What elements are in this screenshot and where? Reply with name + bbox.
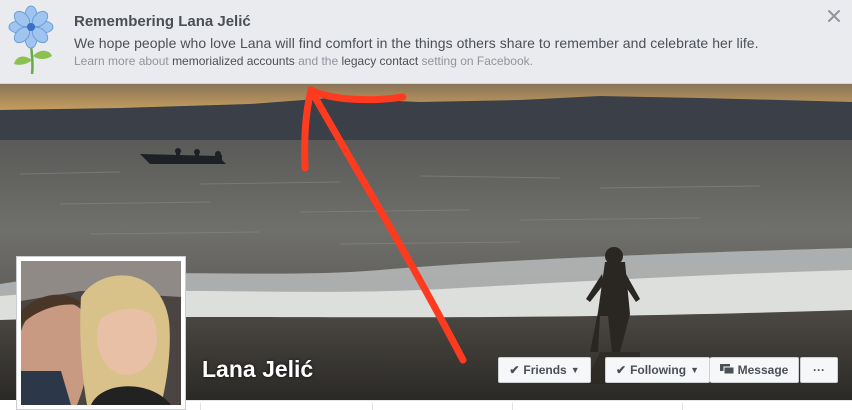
- caret-down-icon: ▼: [570, 365, 580, 375]
- caret-down-icon: ▼: [690, 365, 699, 375]
- learn-prefix: Learn more about: [74, 54, 173, 68]
- more-options-button[interactable]: ···: [800, 357, 838, 383]
- tab-divider: [512, 403, 513, 410]
- legacy-contact-link[interactable]: legacy contact: [342, 54, 419, 68]
- learn-middle: and the: [294, 54, 342, 68]
- checkmark-icon: ✔: [509, 363, 520, 377]
- banner-body: We hope people who love Lana will find c…: [74, 35, 759, 51]
- timeline-tab-strip: [186, 400, 852, 410]
- memorial-banner: Remembering Lana Jelić We hope people wh…: [0, 0, 852, 84]
- following-label: Following: [630, 363, 687, 377]
- flower-icon: [8, 5, 54, 75]
- annotation-arrow: [301, 86, 467, 364]
- message-button[interactable]: Message: [710, 357, 799, 383]
- checkmark-icon: ✔: [616, 363, 627, 377]
- profile-photo-image: [21, 261, 181, 405]
- close-icon[interactable]: [824, 6, 844, 26]
- memorialized-accounts-link[interactable]: memorialized accounts: [172, 54, 295, 68]
- profile-name[interactable]: Lana Jelić: [202, 356, 313, 383]
- banner-title: Remembering Lana Jelić: [74, 13, 251, 30]
- profile-picture[interactable]: [16, 256, 186, 410]
- message-icon: [719, 364, 734, 375]
- learn-suffix: setting on Facebook.: [418, 54, 533, 68]
- tab-divider: [682, 403, 683, 410]
- more-label: ···: [813, 363, 825, 377]
- friends-button[interactable]: ✔ Friends ▼: [498, 357, 591, 383]
- friends-label: Friends: [523, 363, 567, 377]
- tab-divider: [200, 403, 201, 410]
- banner-learn-more: Learn more about memorialized accounts a…: [74, 54, 533, 68]
- message-label: Message: [737, 363, 789, 377]
- tab-divider: [372, 403, 373, 410]
- following-button[interactable]: ✔ Following ▼: [605, 357, 710, 383]
